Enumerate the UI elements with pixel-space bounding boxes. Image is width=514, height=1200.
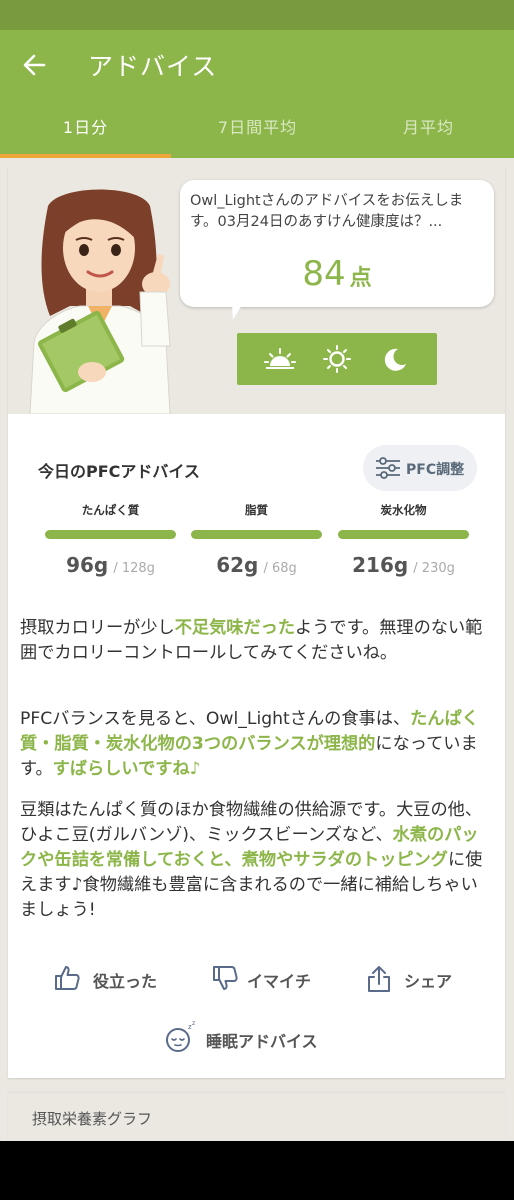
macro-carbs: 炭水化物 216g / 230g — [338, 502, 469, 577]
sleep-advice-label: 睡眠アドバイス — [206, 1032, 318, 1051]
macro-protein: たんぱく質 96g / 128g — [45, 502, 176, 577]
macro-target: / 128g — [113, 561, 155, 576]
thumbs-down-icon — [213, 966, 238, 990]
sleeping-face-icon: z z — [166, 1020, 195, 1052]
pfc-section-title: 今日のPFCアドバイス — [38, 462, 200, 481]
advice-card: Owl_Lightさんのアドバイスをお伝えします。03月24日のあすけん健康度は… — [8, 166, 505, 1078]
arrow-left-icon — [23, 54, 46, 76]
advice-header: Owl_Lightさんのアドバイスをお伝えします。03月24日のあすけん健康度は… — [8, 166, 505, 414]
system-navigation-bar — [0, 1141, 514, 1200]
macro-value: 216g — [352, 553, 409, 577]
macro-fat: 脂質 62g / 68g — [191, 502, 322, 577]
tab-1day[interactable]: 1日分 — [0, 100, 171, 158]
svg-text:z: z — [192, 1020, 195, 1027]
macro-progress-bar — [338, 530, 469, 539]
advice-paragraph-beans: 豆類はたんぱく質のほか食物繊維の供給源です。大豆の他、ひよこ豆(ガルバンゾ)、ミ… — [20, 800, 483, 920]
advice-message: Owl_Lightさんのアドバイスをお伝えします。03月24日のあすけん健康度は… — [190, 193, 464, 230]
nutrient-graph-title: 摂取栄養素グラフ — [32, 1110, 153, 1128]
app-bar: アドバイス — [0, 30, 514, 100]
macro-progress-bar — [191, 530, 322, 539]
meal-time-selector — [237, 333, 437, 385]
macro-target: / 230g — [413, 561, 455, 576]
pfc-adjust-label: PFC調整 — [406, 462, 465, 478]
macro-progress-bar — [45, 530, 176, 539]
share-button[interactable]: シェア — [366, 964, 476, 996]
page-title: アドバイス — [88, 52, 218, 81]
sunrise-icon[interactable] — [264, 344, 296, 374]
share-icon — [368, 966, 390, 992]
sleep-advice-button[interactable]: z z 睡眠アドバイス — [164, 1020, 344, 1056]
advice-bubble: Owl_Lightさんのアドバイスをお伝えします。03月24日のあすけん健康度は… — [180, 180, 494, 307]
tab-bar: 1日分 7日間平均 月平均 — [0, 100, 514, 158]
macro-name: 炭水化物 — [380, 503, 427, 517]
sliders-icon — [376, 457, 400, 479]
macro-name: 脂質 — [245, 503, 268, 517]
tab-7day-average[interactable]: 7日間平均 — [172, 100, 343, 158]
back-button[interactable] — [20, 48, 50, 82]
sun-icon[interactable] — [321, 344, 353, 374]
helpful-button[interactable]: 役立った — [53, 964, 183, 996]
nutrient-graph-card[interactable]: 摂取栄養素グラフ — [8, 1093, 505, 1141]
pfc-adjust-button[interactable]: PFC調整 — [363, 445, 477, 491]
advice-paragraph-pfc: PFCバランスを見ると、Owl_Lightさんの食事は、たんぱく質・脂質・炭水化… — [20, 709, 479, 779]
score-unit: 点 — [349, 266, 372, 291]
meh-button[interactable]: イマイチ — [211, 964, 341, 996]
health-score: 84 点 — [180, 254, 494, 294]
macro-name: たんぱく質 — [81, 503, 140, 517]
tab-monthly-average[interactable]: 月平均 — [343, 100, 514, 158]
macro-value: 96g — [66, 553, 109, 577]
status-bar — [0, 0, 514, 30]
helpful-label: 役立った — [93, 972, 158, 991]
score-value: 84 — [302, 254, 346, 294]
active-tab-indicator — [0, 154, 171, 158]
macro-target: / 68g — [263, 561, 297, 576]
meh-label: イマイチ — [247, 972, 312, 991]
moon-icon[interactable] — [379, 344, 411, 374]
share-label: シェア — [404, 972, 453, 991]
macro-value: 62g — [216, 553, 259, 577]
advisor-illustration — [29, 189, 171, 414]
advice-paragraph-calorie: 摂取カロリーが少し不足気味だったようです。無理のない範囲でカロリーコントロールし… — [20, 618, 483, 663]
thumbs-up-icon — [55, 966, 80, 990]
